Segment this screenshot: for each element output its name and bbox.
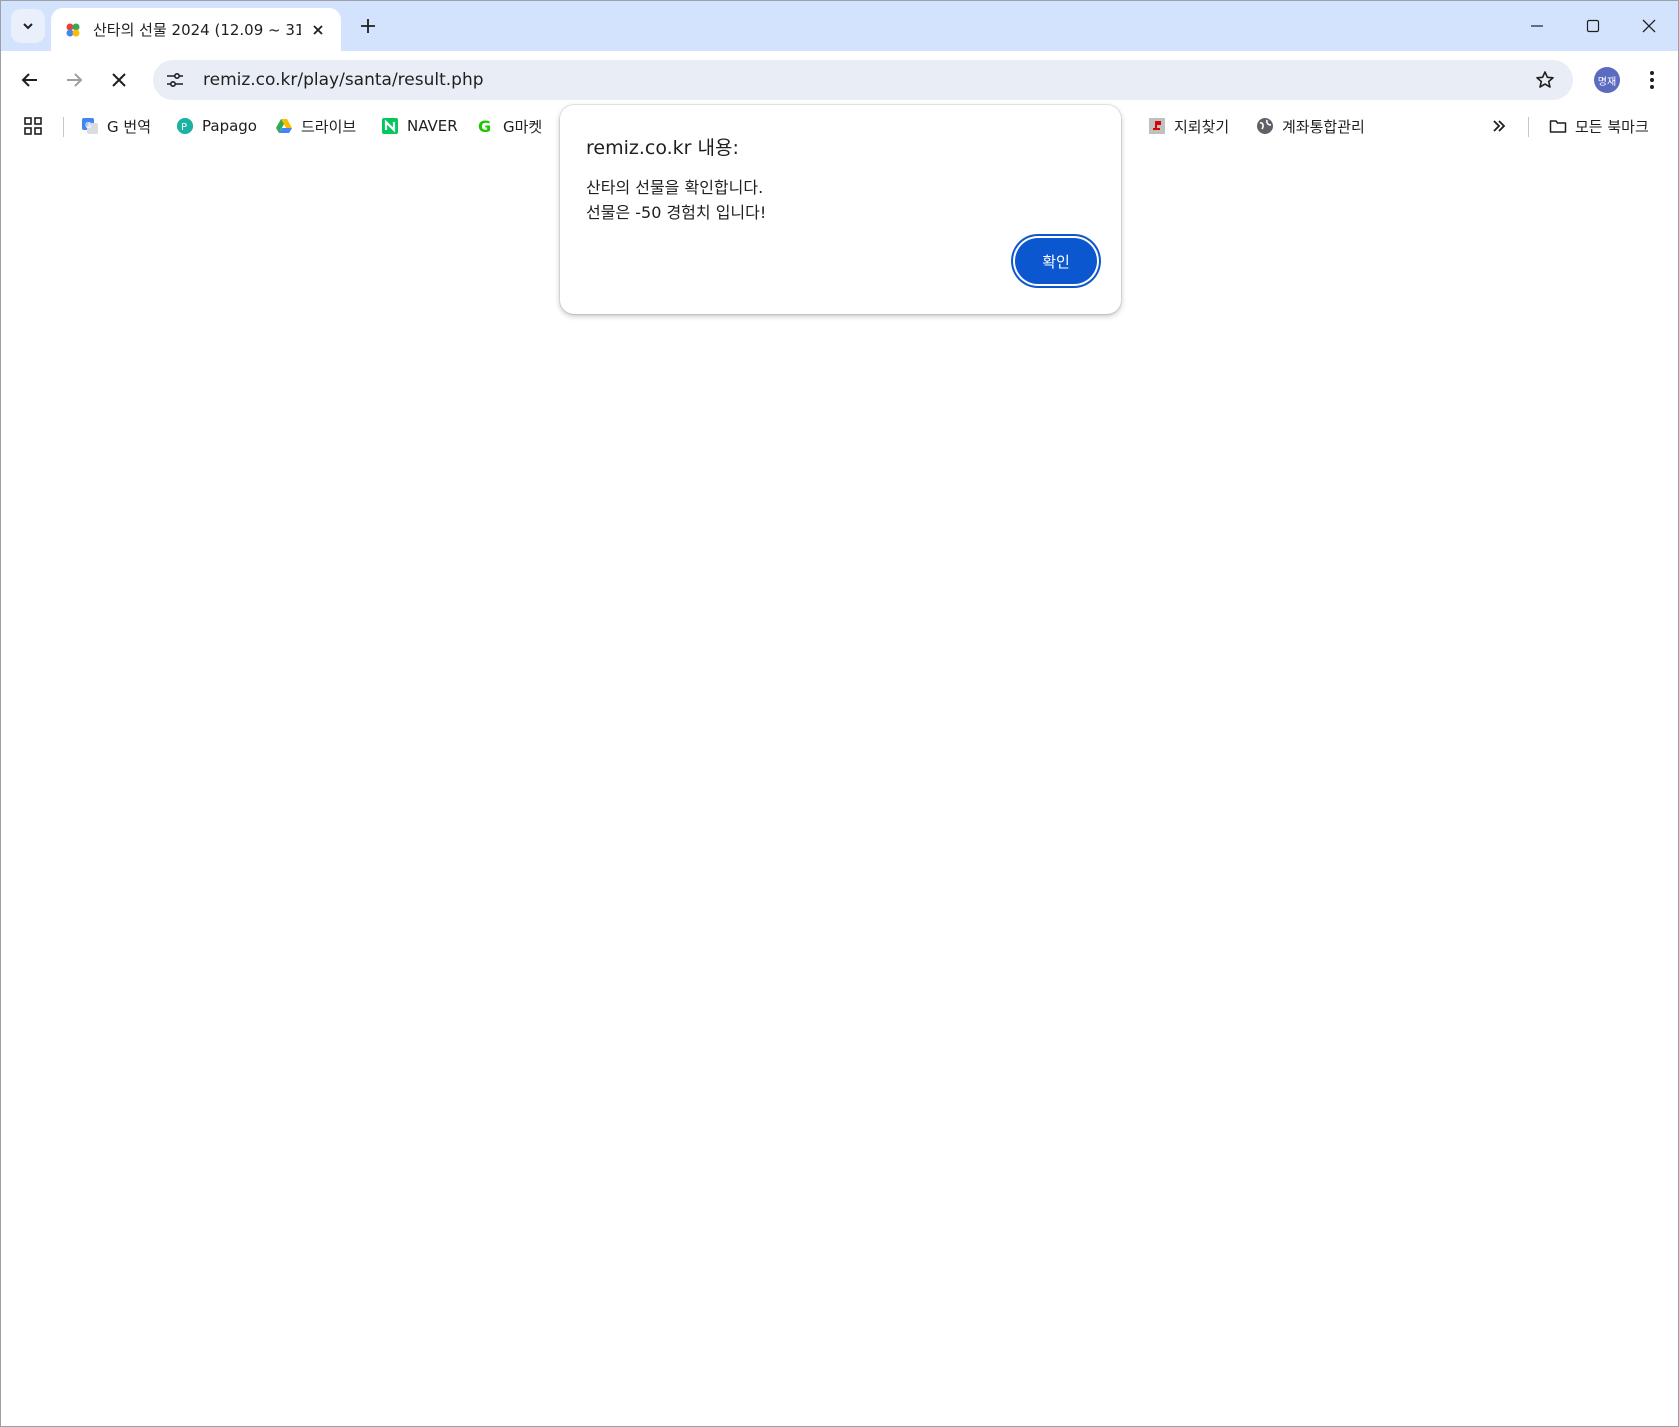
plus-icon [361, 19, 375, 33]
minesweeper-icon [1149, 118, 1165, 134]
back-button[interactable] [14, 64, 46, 96]
menu-button[interactable] [1637, 64, 1667, 96]
tab-close-icon[interactable] [307, 19, 329, 41]
remiz-favicon [66, 23, 80, 36]
site-info-button[interactable] [159, 64, 191, 96]
active-tab[interactable]: 산타의 선물 2024 (12.09 ~ 31) [51, 8, 341, 51]
apps-button[interactable] [23, 113, 43, 139]
dialog-message-line: 선물은 -50 경험치 입니다! [586, 203, 767, 222]
bookmark-label: 지뢰찾기 [1174, 117, 1230, 136]
minimize-icon [1531, 25, 1543, 27]
svg-text:P: P [181, 122, 187, 133]
bookmark-label: G 번역 [107, 117, 151, 136]
svg-text:G: G [85, 121, 91, 130]
minimize-button[interactable] [1509, 1, 1565, 51]
close-icon [1642, 19, 1656, 33]
tab-title: 산타의 선물 2024 (12.09 ~ 31) [93, 21, 301, 39]
url-text[interactable]: remiz.co.kr/play/santa/result.php [203, 70, 1529, 90]
bookmark-label: 계좌통합관리 [1282, 117, 1365, 136]
address-bar[interactable]: remiz.co.kr/play/santa/result.php [153, 60, 1573, 100]
bookmark-drive[interactable]: 드라이브 [275, 113, 356, 139]
bookmark-label: Papago [202, 117, 257, 135]
bookmark-account-management[interactable]: 계좌통합관리 [1256, 113, 1365, 139]
bookmark-label: 드라이브 [301, 117, 357, 136]
new-tab-button[interactable] [353, 11, 383, 41]
bookmark-label: G마켓 [503, 117, 543, 136]
folder-icon [1549, 120, 1567, 133]
naver-icon [382, 118, 398, 134]
bookmark-google-translate[interactable]: G G 번역 [81, 113, 151, 139]
google-drive-icon [276, 119, 292, 133]
apps-grid-icon [24, 117, 42, 135]
back-arrow-icon [21, 73, 37, 87]
svg-text:G: G [478, 117, 491, 135]
star-icon [1536, 71, 1554, 88]
google-translate-icon: G [82, 118, 98, 134]
tab-search-button[interactable] [11, 9, 45, 43]
chevron-down-icon [23, 23, 33, 30]
browser-window: 산타의 선물 2024 (12.09 ~ 31) remiz.co.kr/pla… [0, 0, 1679, 1427]
bookmark-gmarket[interactable]: G G마켓 [477, 113, 542, 139]
bookmark-minesweeper[interactable]: 지뢰찾기 [1148, 113, 1229, 139]
bookmark-papago[interactable]: P Papago [176, 113, 257, 139]
close-window-button[interactable] [1621, 1, 1677, 51]
papago-icon: P [177, 118, 193, 134]
maximize-button[interactable] [1565, 1, 1621, 51]
dialog-message-line: 산타의 선물을 확인합니다. [586, 178, 764, 197]
bookmark-naver[interactable]: NAVER [381, 113, 458, 139]
bookmarks-divider [63, 117, 64, 137]
tune-icon [167, 72, 183, 88]
dialog-message: 산타의 선물을 확인합니다. 선물은 -50 경험치 입니다! [586, 175, 766, 225]
bookmark-label: NAVER [407, 117, 458, 135]
bookmarks-overflow-button[interactable] [1491, 113, 1507, 139]
forward-arrow-icon [67, 73, 83, 87]
bookmark-star-button[interactable] [1529, 64, 1561, 96]
bookmarks-divider [1528, 117, 1529, 137]
maximize-icon [1586, 19, 1600, 33]
globe-icon [1257, 118, 1273, 134]
tab-strip: 산타의 선물 2024 (12.09 ~ 31) [1, 1, 1678, 51]
double-chevron-right-icon [1493, 120, 1506, 132]
forward-button[interactable] [58, 64, 90, 96]
gmarket-icon: G [478, 117, 491, 135]
dialog-title: remiz.co.kr 내용: [586, 137, 739, 159]
all-bookmarks-button[interactable]: 모든 북마크 [1549, 113, 1649, 139]
toolbar: remiz.co.kr/play/santa/result.php 명재 [1, 51, 1678, 109]
alert-dialog: remiz.co.kr 내용: 산타의 선물을 확인합니다. 선물은 -50 경… [560, 105, 1121, 314]
more-vert-icon [1650, 71, 1654, 89]
stop-loading-button[interactable] [103, 64, 135, 96]
profile-avatar[interactable]: 명재 [1594, 67, 1620, 93]
ok-button[interactable]: 확인 [1015, 238, 1097, 284]
stop-icon [112, 73, 126, 87]
all-bookmarks-label: 모든 북마크 [1575, 117, 1649, 136]
